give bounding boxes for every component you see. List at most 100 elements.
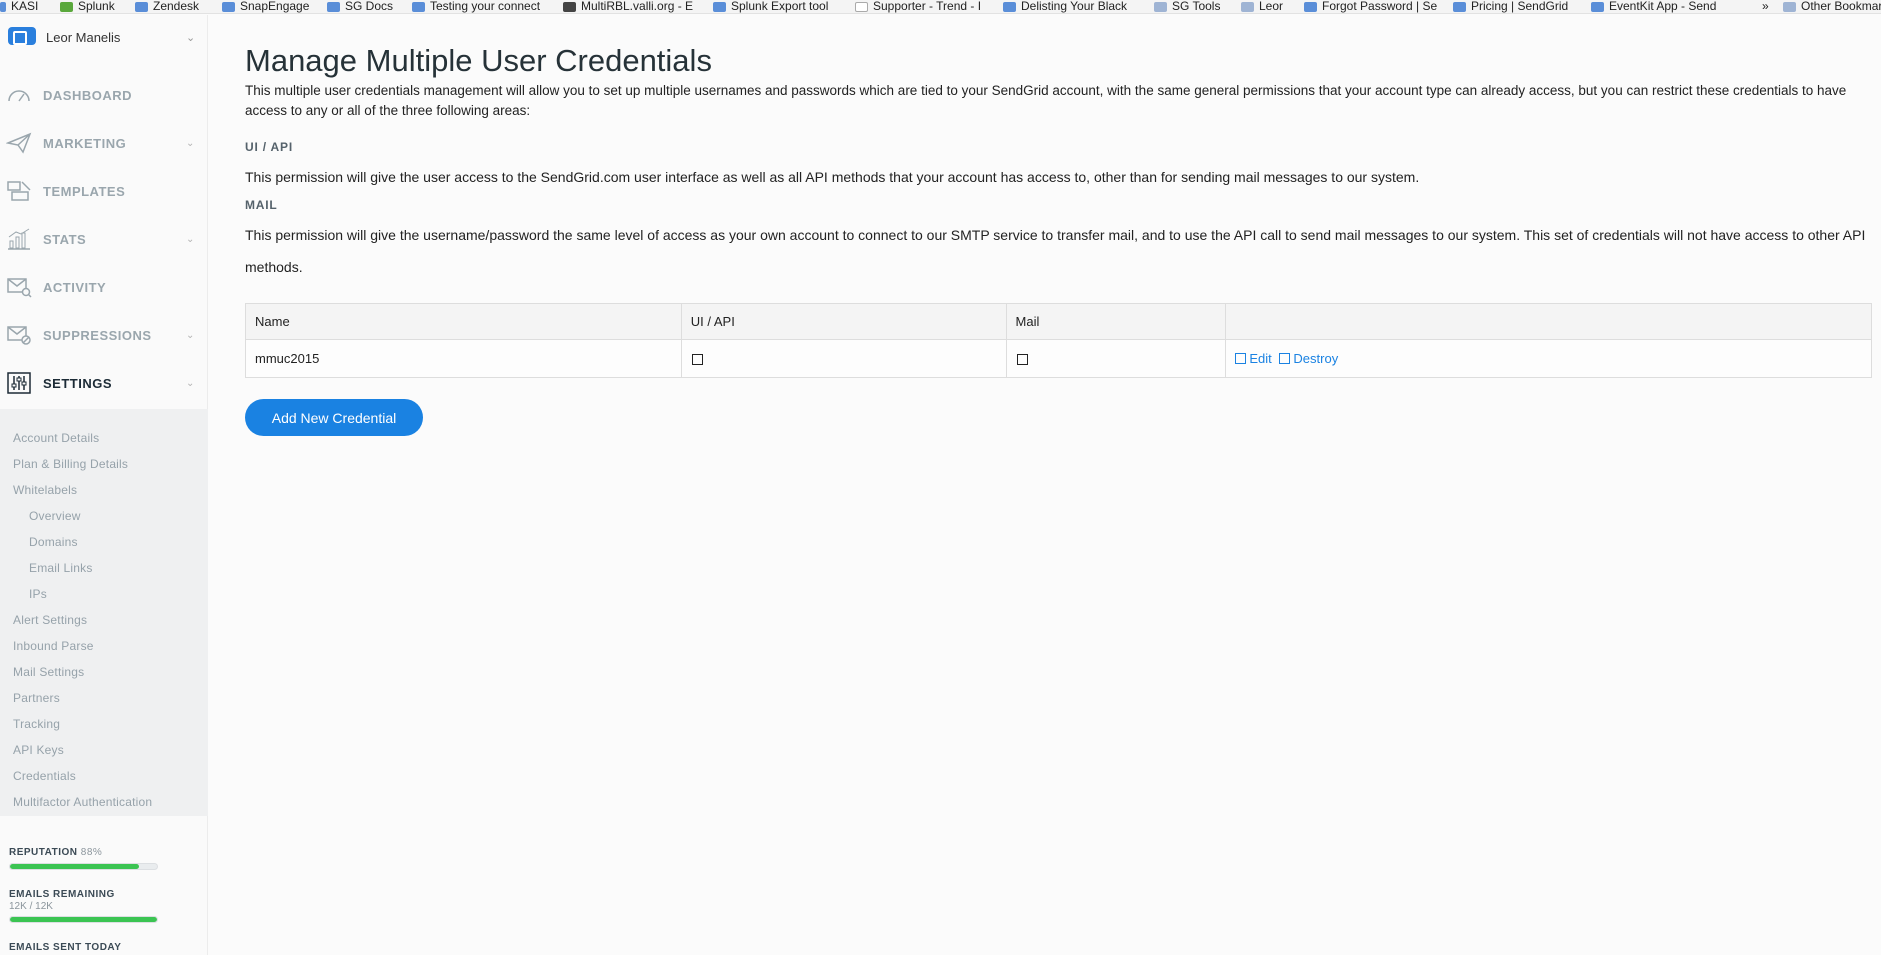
column-header-name: Name bbox=[245, 303, 682, 340]
user-menu[interactable]: Leor Manelis ⌄ bbox=[0, 15, 208, 51]
column-header-mail: Mail bbox=[1005, 303, 1227, 340]
column-header-ui-api: UI / API bbox=[680, 303, 1007, 340]
actions-cell: Edit Destroy bbox=[1225, 339, 1872, 378]
submenu-api-keys[interactable]: API Keys bbox=[13, 743, 64, 757]
folder-icon bbox=[1241, 1, 1254, 12]
credential-name: mmuc2015 bbox=[245, 339, 682, 378]
dashboard-gauge-icon bbox=[8, 90, 30, 102]
mail-cell bbox=[1005, 339, 1227, 378]
nav-stats[interactable]: STATS ⌄ bbox=[0, 219, 208, 259]
sidebar: Leor Manelis ⌄ DASHBOARD MARKETING ⌄ TEM… bbox=[0, 15, 208, 955]
submenu-partners[interactable]: Partners bbox=[13, 691, 60, 705]
ui-api-cell bbox=[680, 339, 1007, 378]
sendgrid-logo-icon bbox=[8, 27, 36, 45]
settings-submenu: Account Details Plan & Billing Details W… bbox=[0, 409, 208, 816]
ui-api-description: This permission will give the user acces… bbox=[245, 169, 1420, 185]
folder-icon bbox=[1154, 1, 1167, 12]
nav-label: DASHBOARD bbox=[43, 87, 132, 103]
mail-checkbox[interactable] bbox=[1016, 354, 1028, 366]
emails-remaining-label: EMAILS REMAINING bbox=[9, 889, 115, 900]
submenu-multifactor-auth[interactable]: Multifactor Authentication bbox=[13, 795, 152, 809]
templates-icon bbox=[7, 181, 31, 201]
reputation-value: 88% bbox=[80, 847, 103, 858]
nav-activity[interactable]: ACTIVITY bbox=[0, 267, 208, 307]
chevron-down-icon: ⌄ bbox=[186, 137, 195, 149]
bookmark-splunk[interactable]: Splunk bbox=[60, 0, 115, 13]
sendgrid-favicon-icon bbox=[1453, 1, 1466, 12]
intro-text: This multiple user credentials managemen… bbox=[245, 83, 1847, 118]
document-favicon-icon bbox=[563, 1, 576, 12]
submenu-inbound-parse[interactable]: Inbound Parse bbox=[13, 639, 94, 653]
sendgrid-favicon-icon bbox=[327, 1, 340, 12]
nav-label: STATS bbox=[43, 231, 87, 247]
sendgrid-favicon-icon bbox=[713, 1, 726, 12]
bookmark-kasi[interactable]: KASI bbox=[0, 0, 38, 13]
table-header-row: Name UI / API Mail bbox=[245, 303, 1872, 340]
emails-remaining-value: 12K / 12K bbox=[9, 901, 53, 912]
envelope-search-icon bbox=[7, 278, 32, 298]
nav-dashboard[interactable]: DASHBOARD bbox=[0, 75, 208, 115]
nav-label: ACTIVITY bbox=[43, 279, 107, 295]
submenu-email-links[interactable]: Email Links bbox=[29, 561, 93, 575]
submenu-alert-settings[interactable]: Alert Settings bbox=[13, 613, 87, 627]
edit-icon bbox=[1235, 352, 1247, 364]
column-header-actions bbox=[1225, 303, 1872, 340]
folder-icon bbox=[1783, 1, 1796, 12]
sendgrid-favicon-icon bbox=[1304, 1, 1317, 12]
chevron-down-icon: ⌄ bbox=[186, 233, 195, 245]
reputation-progress-fill bbox=[10, 864, 140, 869]
bookmark-snapengage[interactable]: SnapEngage bbox=[222, 0, 309, 13]
nav-marketing[interactable]: MARKETING ⌄ bbox=[0, 123, 208, 163]
nav-suppressions[interactable]: SUPPRESSIONS ⌄ bbox=[0, 315, 208, 355]
nav-templates[interactable]: TEMPLATES bbox=[0, 171, 208, 211]
bar-chart-icon bbox=[8, 228, 30, 250]
bookmark-sg-tools[interactable]: SG Tools bbox=[1154, 0, 1220, 13]
bookmark-multirbl[interactable]: MultiRBL.valli.org - E bbox=[563, 0, 698, 13]
emails-sent-today-label: EMAILS SENT TODAY bbox=[9, 942, 122, 953]
page-title: Manage Multiple User Credentials bbox=[245, 43, 712, 78]
snapengage-favicon-icon bbox=[222, 1, 235, 12]
submenu-ips[interactable]: IPs bbox=[29, 587, 47, 601]
submenu-domains[interactable]: Domains bbox=[29, 535, 78, 549]
add-new-credential-button[interactable]: Add New Credential bbox=[245, 399, 423, 436]
submenu-whitelabels[interactable]: Whitelabels bbox=[13, 483, 77, 497]
destroy-link[interactable]: Destroy bbox=[1279, 351, 1338, 366]
reputation-label: REPUTATION 88% bbox=[9, 847, 103, 858]
ui-api-checkbox[interactable] bbox=[691, 354, 703, 366]
paper-plane-icon bbox=[6, 132, 32, 154]
nav-label: TEMPLATES bbox=[43, 183, 126, 199]
sendgrid-favicon-icon bbox=[1591, 1, 1604, 12]
credentials-table: Name UI / API Mail mmuc2015 Edit Destroy bbox=[245, 303, 1872, 378]
bookmark-testing-connect[interactable]: Testing your connect bbox=[412, 0, 547, 13]
edit-link[interactable]: Edit bbox=[1235, 351, 1272, 366]
bookmark-sg-docs[interactable]: SG Docs bbox=[327, 0, 393, 13]
emails-remaining-progress-fill bbox=[10, 917, 157, 922]
bookmark-eventkit[interactable]: EventKit App - Send bbox=[1591, 0, 1726, 13]
bookmark-supporter-trend[interactable]: Supporter - Trend - I bbox=[855, 0, 985, 13]
submenu-overview[interactable]: Overview bbox=[29, 509, 81, 523]
submenu-tracking[interactable]: Tracking bbox=[13, 717, 60, 731]
reputation-progress-bar bbox=[9, 863, 158, 870]
chevron-down-icon: ⌄ bbox=[186, 32, 196, 44]
bookmark-zendesk[interactable]: Zendesk bbox=[135, 0, 199, 13]
nav-label: SUPPRESSIONS bbox=[43, 327, 152, 343]
emails-remaining-progress-bar bbox=[9, 916, 158, 923]
zendesk-favicon-icon bbox=[135, 1, 148, 12]
sendgrid-favicon-icon bbox=[412, 1, 425, 12]
bookmark-leor[interactable]: Leor bbox=[1241, 0, 1283, 13]
submenu-credentials[interactable]: Credentials bbox=[13, 769, 76, 783]
chevron-down-icon: ⌄ bbox=[186, 377, 195, 389]
bookmark-delisting[interactable]: Delisting Your Black bbox=[1003, 0, 1140, 13]
bookmark-splunk-export[interactable]: Splunk Export tool bbox=[713, 0, 843, 13]
submenu-account-details[interactable]: Account Details bbox=[13, 431, 99, 445]
submenu-plan-billing[interactable]: Plan & Billing Details bbox=[13, 457, 128, 471]
bookmarks-overflow-button[interactable]: » bbox=[1762, 0, 1769, 13]
delist-favicon-icon bbox=[1003, 1, 1016, 12]
bookmark-forgot-password[interactable]: Forgot Password | Se bbox=[1304, 0, 1439, 13]
table-row: mmuc2015 Edit Destroy bbox=[245, 339, 1872, 378]
user-name: Leor Manelis bbox=[46, 30, 121, 45]
bookmark-pricing[interactable]: Pricing | SendGrid bbox=[1453, 0, 1583, 13]
nav-settings[interactable]: SETTINGS ⌄ bbox=[0, 363, 208, 403]
bookmark-other-bookmarks[interactable]: Other Bookmarks bbox=[1783, 0, 1881, 13]
submenu-mail-settings[interactable]: Mail Settings bbox=[13, 665, 84, 679]
